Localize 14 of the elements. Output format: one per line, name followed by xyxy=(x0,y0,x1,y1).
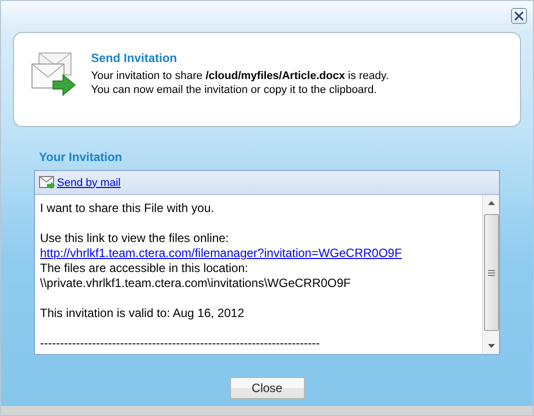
send-by-mail-link[interactable]: Send by mail xyxy=(57,176,121,188)
scrollbar[interactable] xyxy=(482,195,499,354)
grip-icon xyxy=(488,270,494,276)
info-text: Your invitation to share /cloud/myfiles/Article.docx is ready. xyxy=(91,69,389,83)
mail-icon xyxy=(39,176,55,189)
scroll-up-icon[interactable] xyxy=(488,201,494,205)
scroll-down-icon[interactable] xyxy=(488,344,494,348)
close-dialog-button[interactable]: Close xyxy=(230,377,304,399)
message-text[interactable]: I want to share this File with you. Use this link to view the files online: http://vhrlkf1.team.ctera.com/filemanager?invitation=WGeCRR0O9F The files are accessible in this location: \\private.vhrlkf1.team.ctera.com\invitations\WGeCRR0O9F This invitation is valid to: Aug 16, 2012 ---------------------------------------------------------------------- xyxy=(35,195,482,354)
section-title: Your Invitation xyxy=(39,150,124,164)
close-icon xyxy=(514,11,524,21)
dialog-title: Send Invitation xyxy=(91,51,178,65)
close-button[interactable] xyxy=(511,8,527,24)
info-text: You can now email the invitation or copy it to the clipboard. xyxy=(91,83,378,97)
